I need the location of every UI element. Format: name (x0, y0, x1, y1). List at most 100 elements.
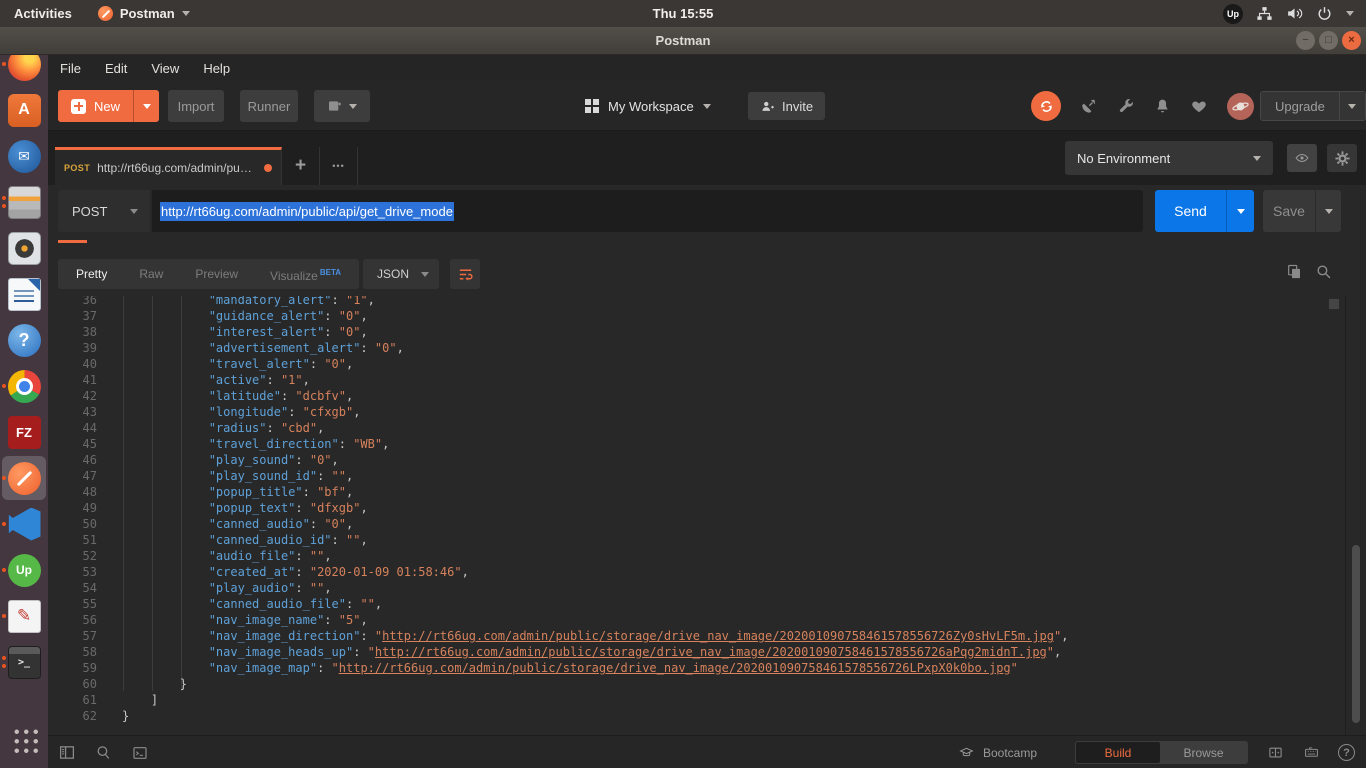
find-icon[interactable] (95, 744, 112, 761)
dock-item-thunderbird[interactable]: ✉ (0, 133, 48, 179)
line-content: "nav_image_name": "5", (122, 612, 368, 628)
code-line: 60 } (48, 676, 1366, 692)
volume-icon[interactable] (1286, 5, 1303, 22)
copy-icon[interactable] (1286, 263, 1302, 280)
toolbar: New Import Runner My Workspace Invite (48, 81, 1366, 131)
request-tab[interactable]: POST http://rt66ug.com/admin/publ... (55, 147, 282, 185)
dock-item-help[interactable]: ? (0, 317, 48, 363)
libreoffice-writer-icon (8, 278, 41, 311)
wrap-text-button[interactable] (450, 259, 480, 289)
code-line: 51 "canned_audio_id": "", (48, 532, 1366, 548)
bell-icon[interactable] (1154, 97, 1171, 115)
code-line: 54 "play_audio": "", (48, 580, 1366, 596)
response-tab-pretty[interactable]: Pretty (60, 259, 123, 289)
json-key: "advertisement_alert" (209, 341, 361, 355)
response-tab-visualize[interactable]: VisualizeBETA (254, 258, 357, 291)
environment-selector[interactable]: No Environment (1065, 141, 1273, 175)
system-clock[interactable]: Thu 15:55 (0, 6, 1366, 21)
bracket: } (122, 709, 129, 723)
comma: , (1054, 645, 1061, 659)
dock-item-chrome[interactable] (0, 363, 48, 409)
bootcamp-button[interactable]: Bootcamp (958, 736, 1037, 768)
sync-status-button[interactable] (1031, 91, 1061, 121)
comma: , (324, 581, 331, 595)
maximize-button[interactable]: □ (1319, 31, 1338, 50)
menu-edit[interactable]: Edit (105, 61, 127, 76)
keyboard-icon[interactable] (1302, 745, 1321, 760)
menu-help[interactable]: Help (203, 61, 230, 76)
power-icon[interactable] (1316, 5, 1333, 22)
dock-item-show-applications[interactable] (0, 716, 48, 762)
save-dropdown-button[interactable] (1315, 190, 1341, 232)
response-tab-raw[interactable]: Raw (123, 259, 179, 289)
response-url-link[interactable]: http://rt66ug.com/admin/public/storage/d… (375, 645, 1047, 659)
send-dropdown-button[interactable] (1226, 190, 1254, 232)
new-button-label: New (94, 99, 120, 114)
running-indicator (2, 656, 6, 660)
avatar[interactable] (1227, 93, 1254, 120)
json-key: "play_audio" (209, 581, 296, 595)
dock-item-rhythmbox[interactable] (0, 225, 48, 271)
language-label: JSON (377, 267, 409, 281)
menu-view[interactable]: View (151, 61, 179, 76)
invite-button[interactable]: Invite (748, 92, 825, 120)
upgrade-dropdown-button[interactable] (1339, 92, 1365, 120)
runner-button[interactable]: Runner (240, 90, 298, 122)
json-key: "play_sound_id" (209, 469, 317, 483)
upgrade-button[interactable]: Upgrade (1260, 91, 1366, 121)
dock-item-ubuntu-software[interactable]: A (0, 87, 48, 133)
close-button[interactable]: × (1342, 31, 1361, 50)
workspace-switcher[interactable]: My Workspace (585, 90, 711, 122)
response-url-link[interactable]: http://rt66ug.com/admin/public/storage/d… (382, 629, 1054, 643)
import-button[interactable]: Import (168, 90, 224, 122)
new-window-button[interactable] (314, 90, 370, 122)
dock-item-libreoffice-writer[interactable] (0, 271, 48, 317)
help-button[interactable]: ? (1338, 744, 1355, 761)
environment-settings-button[interactable] (1327, 144, 1357, 172)
heart-icon[interactable] (1190, 98, 1208, 115)
tab-options-button[interactable]: ••• (320, 147, 358, 185)
console-icon[interactable] (131, 745, 149, 761)
network-icon[interactable] (1256, 5, 1273, 22)
eye-icon (1293, 151, 1311, 165)
satellite-icon[interactable] (1080, 97, 1098, 115)
two-pane-icon[interactable] (1266, 745, 1285, 760)
response-url-link[interactable]: http://rt66ug.com/admin/public/storage/d… (339, 661, 1011, 675)
json-key: "created_at" (209, 565, 296, 579)
url-input[interactable]: http://rt66ug.com/admin/public/api/get_d… (152, 190, 1143, 232)
dock-item-filezilla[interactable]: FZ (0, 409, 48, 455)
window-title-bar[interactable]: Postman − □ × (0, 27, 1366, 55)
method-selector[interactable]: POST (58, 190, 150, 232)
search-icon[interactable] (1315, 263, 1332, 280)
dock-item-vscode[interactable] (0, 501, 48, 547)
json-key: "travel_alert" (209, 357, 310, 371)
browse-tab[interactable]: Browse (1160, 742, 1247, 763)
bracket: } (180, 677, 187, 691)
environment-preview-button[interactable] (1287, 144, 1317, 172)
new-dropdown-button[interactable] (133, 90, 159, 122)
dock-item-upwork[interactable]: Up (0, 547, 48, 593)
wrench-icon[interactable] (1117, 97, 1135, 115)
new-tab-button[interactable]: + (282, 147, 320, 185)
language-selector[interactable]: JSON (363, 259, 439, 289)
chevron-down-icon[interactable] (1346, 11, 1354, 16)
dock-item-file-cabinet[interactable] (0, 179, 48, 225)
sidebar-toggle-icon[interactable] (58, 744, 76, 761)
new-button[interactable]: New (58, 90, 159, 122)
save-button[interactable]: Save (1263, 190, 1341, 232)
build-tab[interactable]: Build (1076, 742, 1160, 763)
dock-item-okular[interactable]: ✎ (0, 593, 48, 639)
send-button[interactable]: Send (1155, 190, 1254, 232)
menu-file[interactable]: File (60, 61, 81, 76)
dock-item-terminal[interactable]: >_ (0, 639, 48, 685)
line-number: 47 (48, 468, 97, 484)
dock-item-postman[interactable] (0, 455, 48, 501)
code-line: 42 "latitude": "dcbfv", (48, 388, 1366, 404)
response-tab-preview[interactable]: Preview (179, 259, 254, 289)
line-number: 59 (48, 660, 97, 676)
scrollbar-thumb[interactable] (1352, 545, 1360, 723)
scrollbar-top-thumb[interactable] (1329, 299, 1339, 309)
minimize-button[interactable]: − (1296, 31, 1315, 50)
response-body[interactable]: 36 "mandatory_alert": "1",37 "guidance_a… (48, 296, 1366, 735)
upwork-tray-icon[interactable]: Up (1223, 4, 1243, 24)
